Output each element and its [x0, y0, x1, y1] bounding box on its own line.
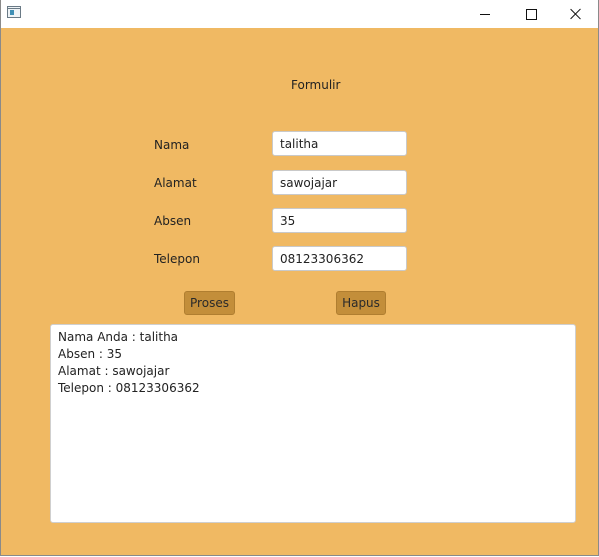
title-bar[interactable] — [1, 0, 598, 28]
java-app-icon[interactable] — [7, 6, 21, 18]
alamat-label: Alamat — [154, 176, 197, 190]
nama-input[interactable] — [272, 131, 407, 156]
alamat-input[interactable] — [272, 170, 407, 195]
minimize-icon — [480, 13, 490, 15]
output-line-telepon: Telepon : 08123306362 — [58, 381, 200, 395]
hapus-button[interactable]: Hapus — [336, 291, 386, 315]
output-line-alamat: Alamat : sawojajar — [58, 364, 170, 378]
proses-button[interactable]: Proses — [184, 291, 235, 315]
minimize-button[interactable] — [462, 0, 508, 28]
close-button[interactable] — [553, 0, 599, 28]
maximize-icon — [525, 8, 537, 20]
telepon-input[interactable] — [272, 246, 407, 271]
app-window: Formulir Nama Alamat Absen Telepon Prose… — [0, 0, 599, 556]
close-icon — [570, 8, 582, 20]
telepon-label: Telepon — [154, 252, 200, 266]
absen-input[interactable] — [272, 208, 407, 233]
output-line-nama: Nama Anda : talitha — [58, 330, 179, 344]
form-title: Formulir — [291, 78, 341, 92]
maximize-button[interactable] — [508, 0, 554, 28]
output-line-absen: Absen : 35 — [58, 347, 123, 361]
absen-label: Absen — [154, 214, 192, 228]
output-textarea[interactable]: Nama Anda : talitha Absen : 35 Alamat : … — [50, 324, 576, 523]
nama-label: Nama — [154, 138, 190, 152]
